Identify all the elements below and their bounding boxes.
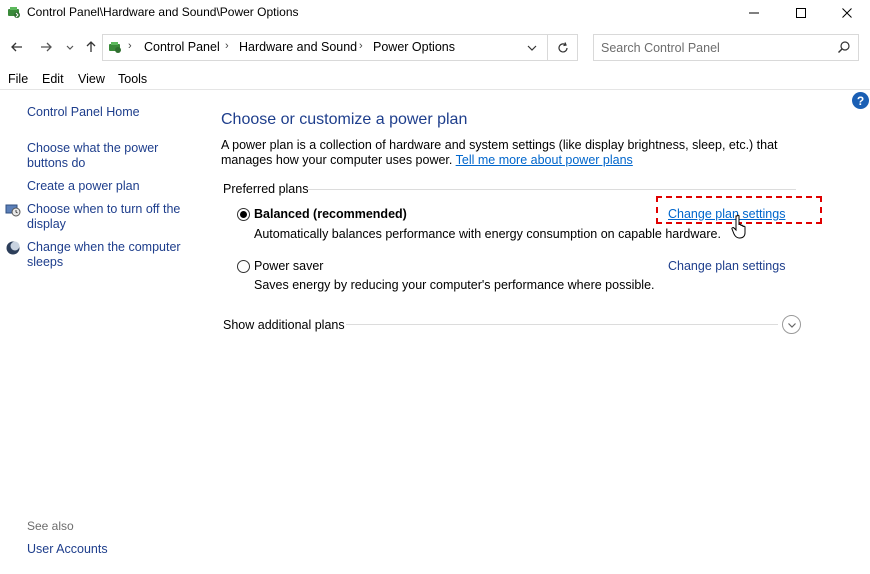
menu-file[interactable]: File: [8, 72, 28, 86]
breadcrumb-separator: ›: [128, 40, 132, 52]
see-also-label: See also: [27, 519, 74, 533]
recent-locations-button[interactable]: [63, 36, 77, 58]
breadcrumb-separator: ›: [359, 40, 363, 52]
address-dropdown-button[interactable]: [524, 40, 540, 56]
power-saver-plan-description: Saves energy by reducing your computer's…: [254, 278, 655, 292]
computer-sleeps-link[interactable]: Change when the computer sleeps: [27, 240, 187, 270]
refresh-icon: [557, 41, 568, 52]
breadcrumb-power-options[interactable]: Power Options: [373, 40, 455, 54]
chevron-down-icon: [787, 322, 796, 328]
search-icon[interactable]: [837, 40, 853, 56]
close-button[interactable]: [824, 0, 870, 26]
back-button[interactable]: [7, 36, 27, 58]
breadcrumb-control-panel[interactable]: Control Panel: [144, 40, 220, 54]
minimize-button[interactable]: [731, 0, 777, 26]
create-power-plan-link[interactable]: Create a power plan: [27, 179, 140, 194]
help-icon[interactable]: ?: [852, 92, 869, 109]
hand-pointer-icon: [731, 214, 749, 240]
up-button[interactable]: [81, 36, 101, 58]
page-description: A power plan is a collection of hardware…: [221, 138, 821, 168]
power-options-icon: [6, 4, 22, 20]
address-bar[interactable]: › Control Panel › Hardware and Sound › P…: [102, 34, 548, 61]
control-panel-home-link[interactable]: Control Panel Home: [27, 105, 140, 120]
menu-edit[interactable]: Edit: [42, 72, 64, 86]
user-accounts-link[interactable]: User Accounts: [27, 542, 108, 557]
power-saver-change-plan-settings-link[interactable]: Change plan settings: [668, 259, 785, 273]
section-divider: [346, 324, 778, 325]
menu-tools[interactable]: Tools: [118, 72, 147, 86]
show-additional-plans-label[interactable]: Show additional plans: [223, 318, 345, 332]
power-options-icon: [107, 39, 123, 55]
arrow-right-icon: [41, 42, 52, 52]
search-box[interactable]: [593, 34, 859, 61]
maximize-button[interactable]: [778, 0, 824, 26]
page-title: Choose or customize a power plan: [221, 111, 468, 128]
preferred-plans-label: Preferred plans: [223, 182, 309, 196]
section-divider: [308, 189, 796, 190]
moon-sleep-icon: [5, 240, 21, 256]
menu-view[interactable]: View: [78, 72, 105, 86]
balanced-plan-radio[interactable]: [237, 208, 250, 221]
balanced-plan-name[interactable]: Balanced (recommended): [254, 207, 407, 221]
chevron-down-icon: [527, 45, 537, 51]
display-clock-icon: [5, 202, 21, 218]
arrow-up-icon: [86, 41, 96, 52]
power-buttons-link[interactable]: Choose what the power buttons do: [27, 141, 177, 171]
power-saver-plan-radio[interactable]: [237, 260, 250, 273]
breadcrumb-separator: ›: [225, 40, 229, 52]
turn-off-display-link[interactable]: Choose when to turn off the display: [27, 202, 187, 232]
tell-me-more-link[interactable]: Tell me more about power plans: [456, 153, 633, 167]
window-title: Control Panel\Hardware and Sound\Power O…: [27, 5, 299, 19]
search-input[interactable]: [601, 39, 831, 57]
expand-additional-plans-button[interactable]: [782, 315, 801, 334]
chevron-down-icon: [66, 45, 74, 50]
refresh-button[interactable]: [548, 34, 578, 61]
forward-button[interactable]: [36, 36, 56, 58]
power-saver-plan-name[interactable]: Power saver: [254, 259, 323, 273]
balanced-plan-description: Automatically balances performance with …: [254, 227, 721, 241]
breadcrumb-hardware-and-sound[interactable]: Hardware and Sound: [239, 40, 357, 54]
arrow-left-icon: [11, 42, 22, 52]
